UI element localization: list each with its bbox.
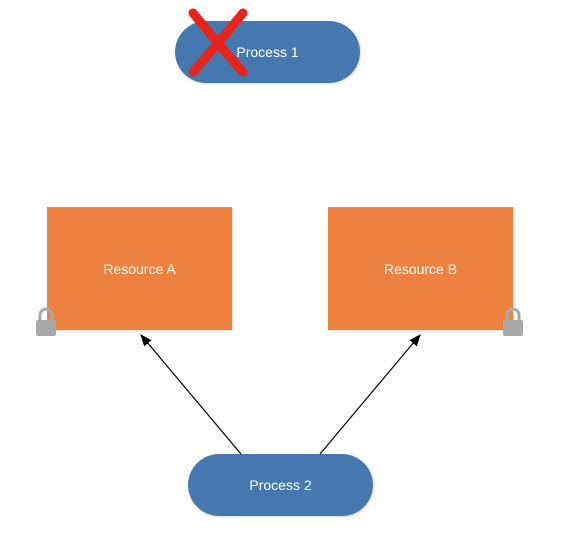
arrow-p2-to-b bbox=[320, 335, 420, 454]
lock-icon bbox=[498, 307, 528, 339]
resource-a: Resource A bbox=[47, 207, 232, 330]
resource-a-label: Resource A bbox=[103, 261, 175, 277]
process-2-label: Process 2 bbox=[249, 477, 311, 493]
resource-b-label: Resource B bbox=[384, 261, 457, 277]
lock-icon bbox=[31, 307, 61, 339]
cross-out-icon bbox=[183, 5, 253, 80]
arrow-p2-to-a bbox=[141, 335, 241, 454]
process-2: Process 2 bbox=[188, 454, 373, 516]
resource-b: Resource B bbox=[328, 207, 513, 330]
